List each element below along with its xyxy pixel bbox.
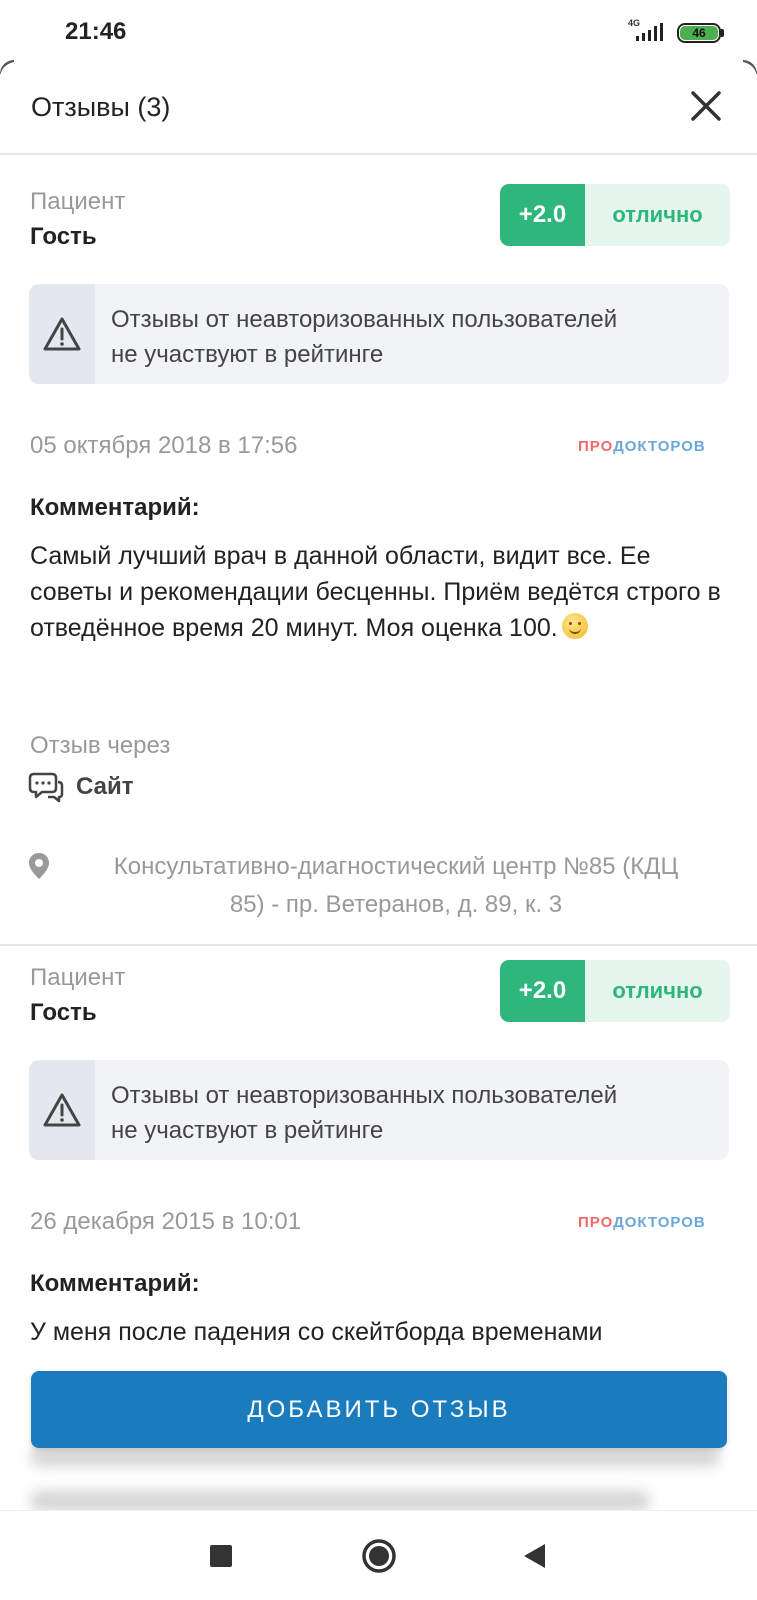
warning-icon [43,1093,81,1127]
rating-score: +2.0 [500,960,585,1022]
nav-home-button[interactable] [339,1511,419,1600]
circle-icon [362,1539,396,1573]
warning-icon [43,317,81,351]
prodoctorov-logo: ПРОДОКТОРОВ [578,438,706,455]
notice-text: Отзывы от неавторизованных пользователей… [95,1060,617,1160]
rating-word: отлично [585,960,730,1022]
comment-text: Самый лучший врач в данной области, види… [30,538,730,646]
notice-line: Отзывы от неавторизованных пользователей [111,1082,618,1109]
close-icon [691,91,721,121]
notice-icon-box [29,1060,95,1160]
sheet-title: Отзывы (3) [31,92,171,122]
rating-badge: +2.0 отлично [500,960,730,1022]
via-row: Сайт [28,770,133,804]
location-line: 85) - пр. Ветеранов, д. 89, к. 3 [229,891,563,918]
patient-name: Гость [30,999,97,1026]
system-nav-bar [0,1510,757,1600]
triangle-back-icon [524,1544,545,1568]
add-review-button[interactable]: ДОБАВИТЬ ОТЗЫВ [31,1371,727,1448]
logo-part: ПРО [578,438,614,455]
notice-text: Отзывы от неавторизованных пользователей… [95,284,617,384]
nav-back-button[interactable] [494,1511,574,1600]
blurred-content [30,1445,720,1467]
logo-part: ДОКТОРОВ [613,1214,706,1231]
comment-label: Комментарий: [30,1270,200,1297]
clinic-location: Консультативно-диагностический центр №85… [28,848,728,924]
notice-line: не участвуют в рейтинге [111,1117,384,1144]
comment-body: Самый лучший врач в данной области, види… [30,542,721,642]
status-bar: 21:46 4G 46 [0,0,757,64]
rating-word: отлично [585,184,730,246]
signal-icon [636,23,663,41]
review-date: 26 декабря 2015 в 10:01 [30,1208,302,1235]
battery-tip [721,29,724,37]
smile-emoji-icon [561,613,588,639]
battery-level: 46 [680,26,718,40]
close-button[interactable] [684,84,728,128]
review-card: Пациент Гость +2.0 отлично Отзывы от неа… [0,960,757,1424]
rating-badge: +2.0 отлично [500,184,730,246]
via-label: Отзыв через [30,732,171,759]
comment-body: У меня после падения со скейтборда време… [30,1318,603,1346]
patient-name: Гость [30,223,97,250]
square-icon [210,1545,232,1567]
review-divider [0,944,757,946]
via-value: Сайт [76,773,134,800]
status-time: 21:46 [65,18,127,45]
notice-line: не участвуют в рейтинге [111,341,384,368]
logo-part: ПРО [578,1214,614,1231]
location-text: Консультативно-диагностический центр №85… [64,848,728,924]
notice-line: Отзывы от неавторизованных пользователей [111,306,618,333]
rating-score: +2.0 [500,184,585,246]
notice-icon-box [29,284,95,384]
unauthorized-notice: Отзывы от неавторизованных пользователей… [29,1060,729,1160]
location-pin-icon [29,853,49,879]
location-line: Консультативно-диагностический центр №85… [113,853,679,880]
review-date: 05 октября 2018 в 17:56 [30,432,298,459]
patient-label: Пациент [30,188,126,215]
sheet-header: Отзывы (3) [0,62,757,155]
comment-text: У меня после падения со скейтборда време… [30,1314,730,1350]
logo-part: ДОКТОРОВ [613,438,706,455]
prodoctorov-logo: ПРОДОКТОРОВ [578,1214,706,1231]
chat-bubbles-icon [28,772,64,803]
patient-label: Пациент [30,964,126,991]
unauthorized-notice: Отзывы от неавторизованных пользователей… [29,284,729,384]
comment-label: Комментарий: [30,494,200,521]
review-card: Пациент Гость +2.0 отлично Отзывы от неа… [0,184,757,918]
blurred-content [30,1490,650,1510]
battery-icon: 46 [677,23,721,43]
nav-recent-button[interactable] [181,1511,261,1600]
reviews-sheet: Отзывы (3) Пациент Гость +2.0 отлично От… [0,62,757,1510]
